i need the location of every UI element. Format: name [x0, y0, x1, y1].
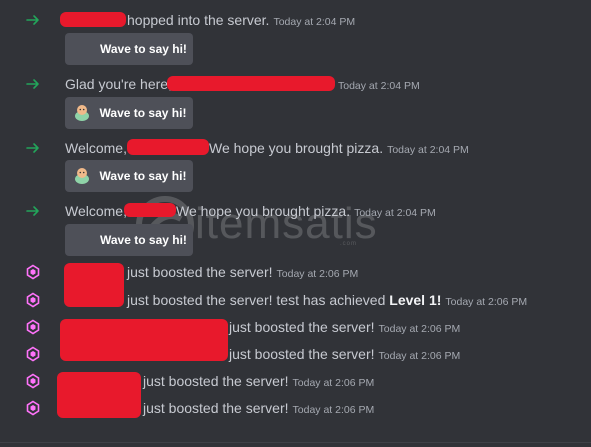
join-message-row: hopped into the server. Today at 2:04 PM	[0, 10, 591, 30]
boost-message-row: just boosted the server! Today at 2:06 PM	[0, 262, 591, 307]
wave-sticker-icon	[74, 105, 89, 121]
wave-button-label: Wave to say hi!	[100, 42, 187, 56]
timestamp: Today at 2:06 PM	[445, 296, 528, 308]
message-prefix: Glad you're here,	[65, 76, 172, 92]
timestamp: Today at 2:06 PM	[292, 377, 375, 389]
nitro-boost-gem-icon	[26, 400, 40, 416]
timestamp: Today at 2:04 PM	[354, 207, 436, 219]
redacted-username	[127, 139, 209, 155]
nitro-boost-gem-icon	[26, 319, 40, 335]
level-badge-text: Level 1!	[389, 292, 442, 308]
redacted-username	[124, 203, 176, 217]
wave-to-say-hi-button[interactable]: Wave to say hi!	[65, 160, 193, 192]
message-text: hopped into the server. Today at 2:04 PM	[127, 12, 356, 28]
arrow-right-icon	[26, 143, 39, 153]
join-message-row: Welcome, We hope you brought pizza. Today…	[0, 138, 591, 158]
nitro-boost-gem-icon	[26, 292, 40, 308]
message-text: We hope you brought pizza. Today at 2:04 …	[176, 203, 436, 219]
arrow-right-icon	[26, 206, 39, 216]
timestamp: Today at 2:04 PM	[387, 144, 469, 156]
timestamp: Today at 2:04 PM	[273, 16, 356, 28]
message-prefix: Welcome,	[65, 140, 127, 156]
redacted-username	[167, 76, 335, 91]
nitro-boost-gem-icon	[26, 346, 40, 362]
wave-to-say-hi-button[interactable]: Wave to say hi!	[65, 224, 193, 256]
redacted-username	[60, 12, 126, 27]
boost-message-row: just boosted the server! Today at 2:06 PM	[0, 344, 591, 364]
nitro-boost-gem-icon	[26, 264, 40, 280]
message-text: just boosted the server! Today at 2:06 PM	[127, 264, 359, 280]
join-message-row: Glad you're here, Today at 2:04 PM	[0, 74, 591, 94]
boost-message-row: just boosted the server! Today at 2:06 PM	[0, 371, 591, 418]
message-text: We hope you brought pizza. Today at 2:04 …	[209, 140, 469, 156]
message-text: just boosted the server! test has achiev…	[127, 292, 528, 308]
wave-button-label: Wave to say hi!	[99, 106, 187, 120]
wave-button-label: Wave to say hi!	[100, 233, 187, 247]
arrow-right-icon	[26, 15, 39, 25]
divider	[0, 442, 591, 443]
message-text: just boosted the server! Today at 2:06 PM	[143, 373, 375, 389]
message-text: just boosted the server! Today at 2:06 PM	[229, 346, 461, 362]
boost-message-row: just boosted the server! Today at 2:06 PM	[0, 317, 591, 361]
arrow-right-icon	[26, 79, 39, 89]
wave-to-say-hi-button[interactable]: Wave to say hi!	[65, 33, 193, 65]
wave-button-label: Wave to say hi!	[99, 169, 187, 183]
timestamp: Today at 2:06 PM	[292, 404, 375, 416]
message-text: just boosted the server! Today at 2:06 PM	[229, 319, 461, 335]
join-message-row: Welcome, We hope you brought pizza. Today…	[0, 201, 591, 221]
wave-sticker-icon	[74, 168, 89, 184]
wave-to-say-hi-button[interactable]: Wave to say hi!	[65, 97, 193, 129]
timestamp-wrap: Today at 2:04 PM	[334, 75, 420, 95]
boost-message-row: just boosted the server! test has achiev…	[0, 290, 591, 310]
message-prefix: Welcome,	[65, 203, 127, 219]
message-text: just boosted the server! Today at 2:06 PM	[143, 400, 375, 416]
boost-message-row: just boosted the server! Today at 2:06 PM	[0, 398, 591, 418]
timestamp: Today at 2:06 PM	[378, 350, 461, 362]
timestamp: Today at 2:04 PM	[338, 80, 420, 92]
nitro-boost-gem-icon	[26, 373, 40, 389]
timestamp: Today at 2:06 PM	[276, 268, 359, 280]
timestamp: Today at 2:06 PM	[378, 323, 461, 335]
